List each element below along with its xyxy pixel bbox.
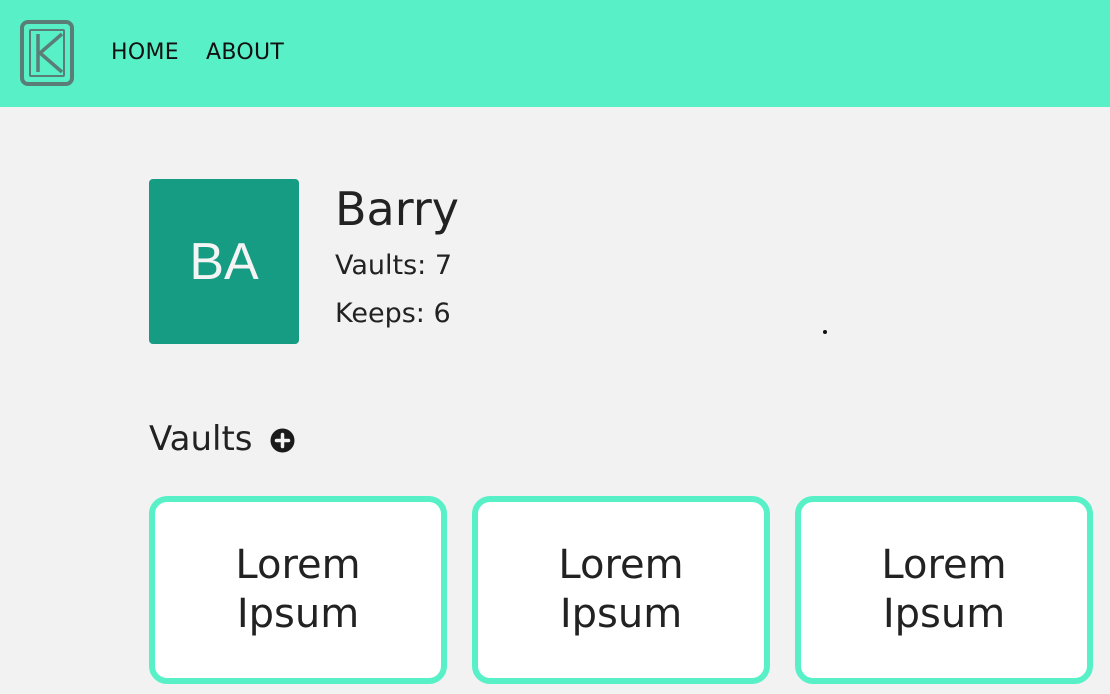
vault-card[interactable]: Lorem Ipsum bbox=[795, 496, 1093, 684]
vaults-section-title: Vaults bbox=[149, 419, 253, 459]
vault-card-title: Lorem Ipsum bbox=[881, 542, 1007, 637]
vault-card[interactable]: Lorem Ipsum bbox=[472, 496, 770, 684]
vaults-count: Vaults: 7 bbox=[335, 250, 453, 281]
nav-home-link[interactable]: HOME bbox=[111, 40, 179, 65]
stray-dot bbox=[823, 330, 827, 334]
vault-card-title: Lorem Ipsum bbox=[558, 542, 684, 637]
avatar: BA bbox=[149, 179, 299, 344]
vault-card-title: Lorem Ipsum bbox=[235, 542, 361, 637]
keeps-count: Keeps: 6 bbox=[335, 298, 451, 329]
app-logo[interactable] bbox=[20, 20, 74, 86]
vault-card[interactable]: Lorem Ipsum bbox=[149, 496, 447, 684]
nav-about-link[interactable]: ABOUT bbox=[206, 40, 284, 65]
avatar-initials: BA bbox=[189, 232, 259, 291]
profile-name: Barry bbox=[335, 182, 459, 236]
navbar: HOME ABOUT bbox=[0, 0, 1110, 107]
add-vault-icon[interactable] bbox=[270, 428, 295, 453]
